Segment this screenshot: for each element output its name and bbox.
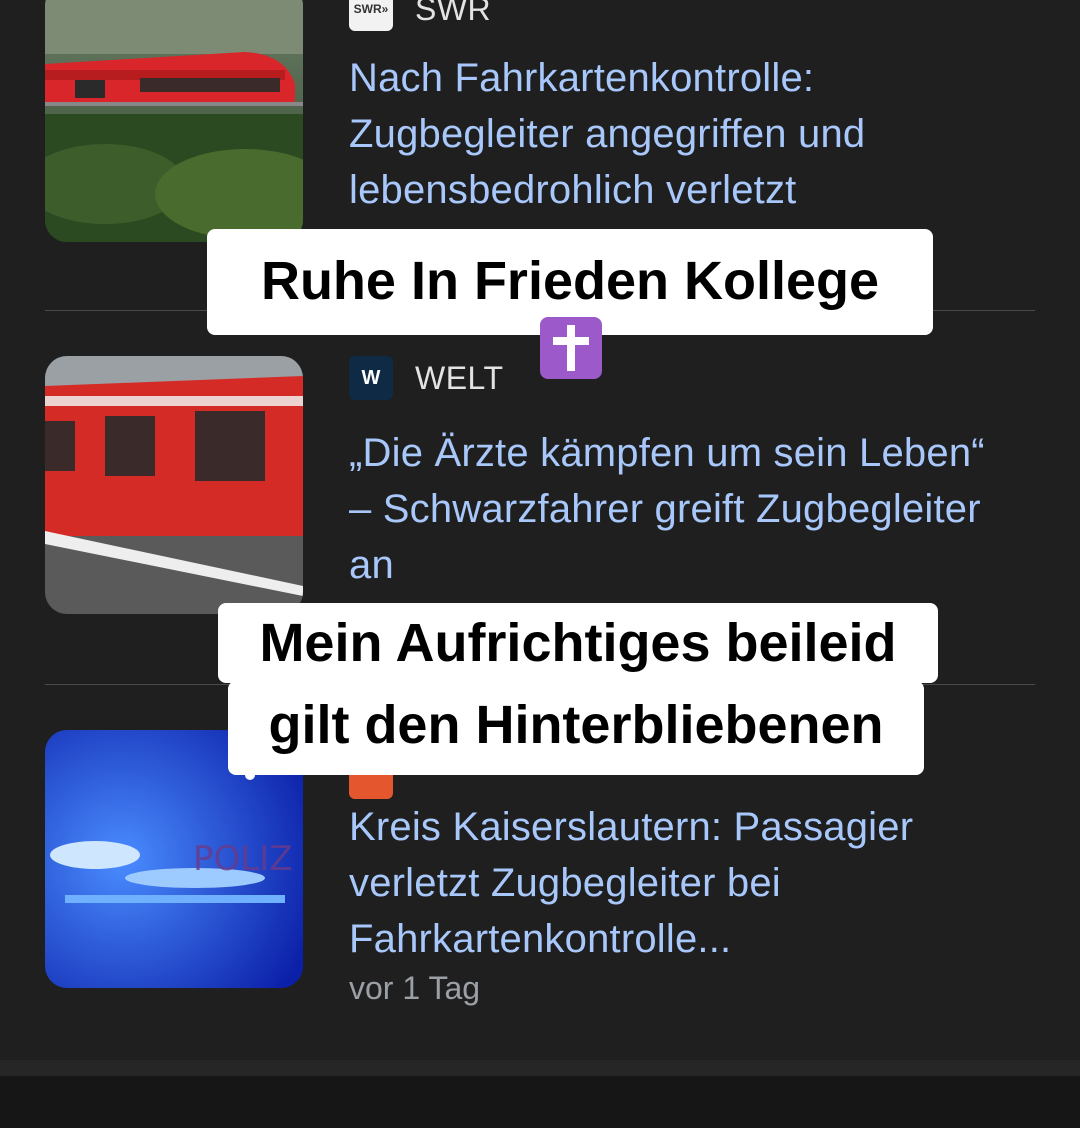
caption-overlay-1: Ruhe In Frieden Kollege xyxy=(207,229,933,379)
thumbnail-train-platform[interactable] xyxy=(45,356,303,614)
swr-logo-icon: SWR» xyxy=(349,0,393,31)
timestamp: vor 1 Tag xyxy=(349,970,481,1006)
caption-overlay-2: Mein Aufrichtiges beileid xyxy=(218,603,938,683)
caption-text-line2: gilt den Hinterbliebenen xyxy=(268,695,884,755)
police-text: POLIZ xyxy=(193,839,293,879)
headline[interactable]: Kreis Kaiserslautern: Passagier verletzt… xyxy=(349,799,1009,967)
source-name: SWR xyxy=(415,0,492,27)
source-row: SWR» SWR xyxy=(349,0,491,32)
headline[interactable]: Nach Fahrkartenkontrolle: Zugbegleiter a… xyxy=(349,50,1009,218)
caption-text-line1: Mein Aufrichtiges beileid xyxy=(259,613,897,673)
source-name: WELT xyxy=(415,359,504,396)
caption-text: Ruhe In Frieden Kollege xyxy=(260,251,880,311)
bottom-bar xyxy=(0,1060,1080,1128)
source-row: W WELT xyxy=(349,355,504,401)
headline[interactable]: „Die Ärzte kämpfen um sein Leben“ – Schw… xyxy=(349,425,1009,593)
thumbnail-train-forest[interactable] xyxy=(45,0,303,242)
news-feed: SWR» SWR Nach Fahrkartenkontrolle: Zugbe… xyxy=(0,0,1080,1060)
welt-logo-icon: W xyxy=(349,356,393,400)
latin-cross-icon xyxy=(540,317,602,379)
caption-overlay-3: gilt den Hinterbliebenen xyxy=(228,681,924,775)
